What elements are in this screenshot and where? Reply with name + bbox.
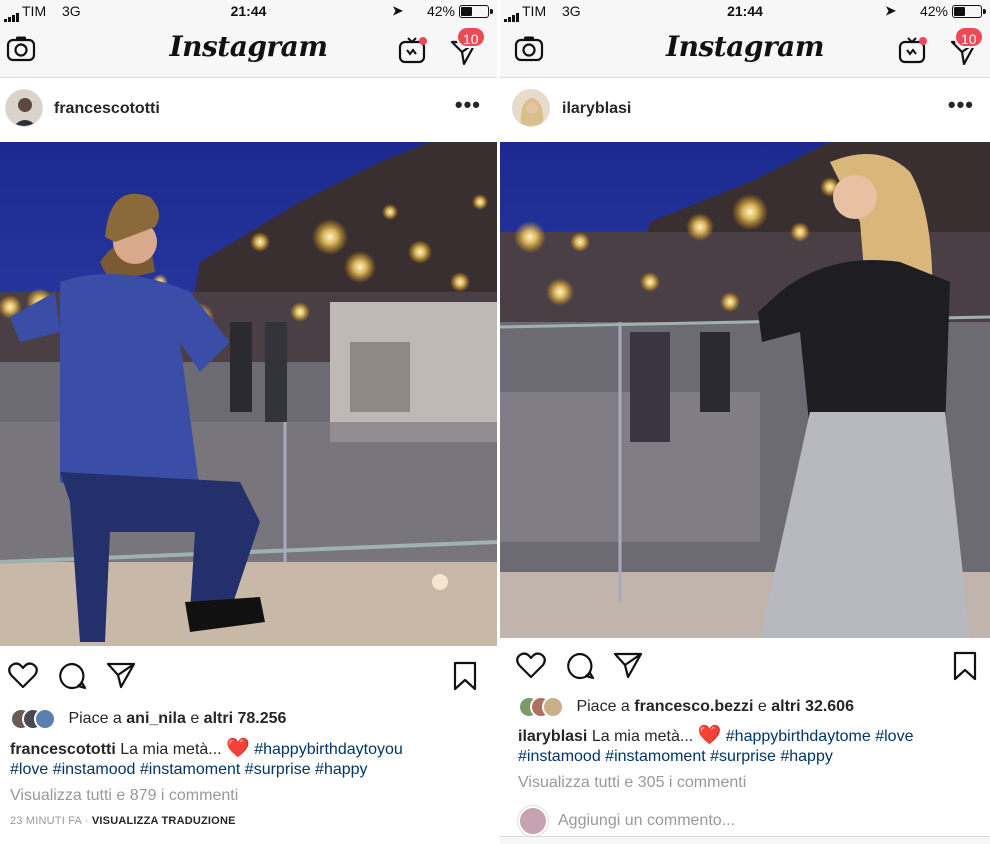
view-comments-link[interactable]: Visualizza tutti e 879 i commenti	[10, 787, 238, 805]
caption-username[interactable]: francescototti	[10, 741, 116, 758]
caption-hashtags[interactable]: #happybirthdaytome #love	[726, 728, 914, 745]
likes-user[interactable]: ani_nila	[126, 710, 186, 727]
add-comment-input[interactable]: Aggiungi un commento...	[558, 812, 735, 829]
separator: ·	[84, 815, 89, 827]
post-caption: francescototti La mia metà... ❤️ #happyb…	[10, 739, 483, 780]
heart-icon[interactable]	[516, 651, 546, 679]
clock: 21:44	[230, 3, 267, 19]
likes-mid: e	[190, 710, 200, 727]
avatar	[518, 806, 548, 836]
likes-count[interactable]: altri 32.606	[771, 698, 854, 715]
avatar[interactable]	[5, 89, 43, 127]
battery-icon	[459, 5, 493, 18]
likes-user[interactable]: francesco.bezzi	[634, 698, 753, 715]
caption-hashtags[interactable]: #happybirthdaytoyou	[254, 741, 403, 758]
likes-summary[interactable]: Piace a ani_nila e altri 78.256	[10, 708, 286, 730]
likes-prefix: Piace a	[68, 710, 122, 727]
translate-link[interactable]: VISUALIZZA TRADUZIONE	[92, 815, 236, 827]
caption-hashtags[interactable]: #love #instamood #instamoment #surprise …	[10, 761, 368, 778]
top-navbar: Instagram 10	[500, 22, 990, 78]
heart-emoji: ❤️	[226, 738, 250, 759]
post-photo[interactable]	[500, 142, 990, 638]
more-icon[interactable]: •••	[455, 92, 481, 118]
status-bar: TIM 3G 21:44 ➤ 42%	[500, 0, 990, 23]
igtv-icon[interactable]	[898, 36, 928, 64]
top-navbar: Instagram 10	[0, 22, 497, 78]
location-icon: ➤	[392, 3, 403, 18]
likes-count[interactable]: altri 78.256	[204, 710, 287, 727]
comment-icon[interactable]	[565, 651, 595, 681]
dm-badge: 10	[954, 26, 984, 48]
avatar	[34, 708, 56, 730]
battery-percent: 42%	[919, 3, 948, 19]
caption-hashtags[interactable]: #instamood #instamoment #surprise #happy	[518, 748, 833, 765]
tab-bar	[500, 836, 990, 844]
avatar	[542, 696, 564, 718]
igtv-icon[interactable]	[398, 36, 428, 64]
heart-emoji: ❤️	[697, 725, 722, 746]
dm-badge: 10	[456, 26, 486, 48]
view-comments-link[interactable]: Visualizza tutti e 305 i commenti	[518, 774, 746, 792]
likes-summary[interactable]: Piace a francesco.bezzi e altri 32.606	[518, 696, 854, 718]
avatar[interactable]	[512, 89, 550, 127]
clock: 21:44	[727, 3, 763, 19]
likes-mid: e	[757, 698, 767, 715]
post-username[interactable]: ilaryblasi	[562, 100, 631, 118]
post-header: francescototti •••	[0, 78, 497, 142]
caption-username[interactable]: ilaryblasi	[518, 728, 587, 745]
post-timestamp: 23 MINUTI FA · VISUALIZZA TRADUZIONE	[10, 815, 236, 827]
post-username[interactable]: francescototti	[54, 100, 160, 118]
post-photo[interactable]	[0, 142, 497, 646]
caption-text: La mia metà...	[591, 728, 694, 745]
battery-percent: 42%	[426, 3, 455, 19]
location-icon: ➤	[885, 3, 896, 18]
left-screen: TIM 3G 21:44 ➤ 42% Instagram 10 francesc…	[0, 0, 497, 844]
share-icon[interactable]	[613, 651, 643, 679]
battery-icon	[952, 5, 986, 18]
more-icon[interactable]: •••	[948, 92, 974, 118]
comment-icon[interactable]	[57, 661, 87, 691]
post-header: ilaryblasi •••	[500, 78, 990, 142]
post-actions	[0, 656, 497, 696]
bookmark-icon[interactable]	[952, 651, 978, 681]
post-actions	[500, 646, 990, 686]
right-screen: TIM 3G 21:44 ➤ 42% Instagram 10 ilarybla…	[500, 0, 990, 844]
time-ago: 23 MINUTI FA	[10, 815, 82, 827]
add-comment-row[interactable]: Aggiungi un commento...	[518, 806, 735, 836]
status-bar: TIM 3G 21:44 ➤ 42%	[0, 0, 497, 23]
heart-icon[interactable]	[8, 661, 38, 689]
likes-prefix: Piace a	[576, 698, 630, 715]
bookmark-icon[interactable]	[452, 661, 478, 691]
caption-text: La mia metà...	[120, 741, 222, 758]
post-caption: ilaryblasi La mia metà... ❤️ #happybirth…	[518, 726, 976, 767]
share-icon[interactable]	[106, 661, 136, 689]
